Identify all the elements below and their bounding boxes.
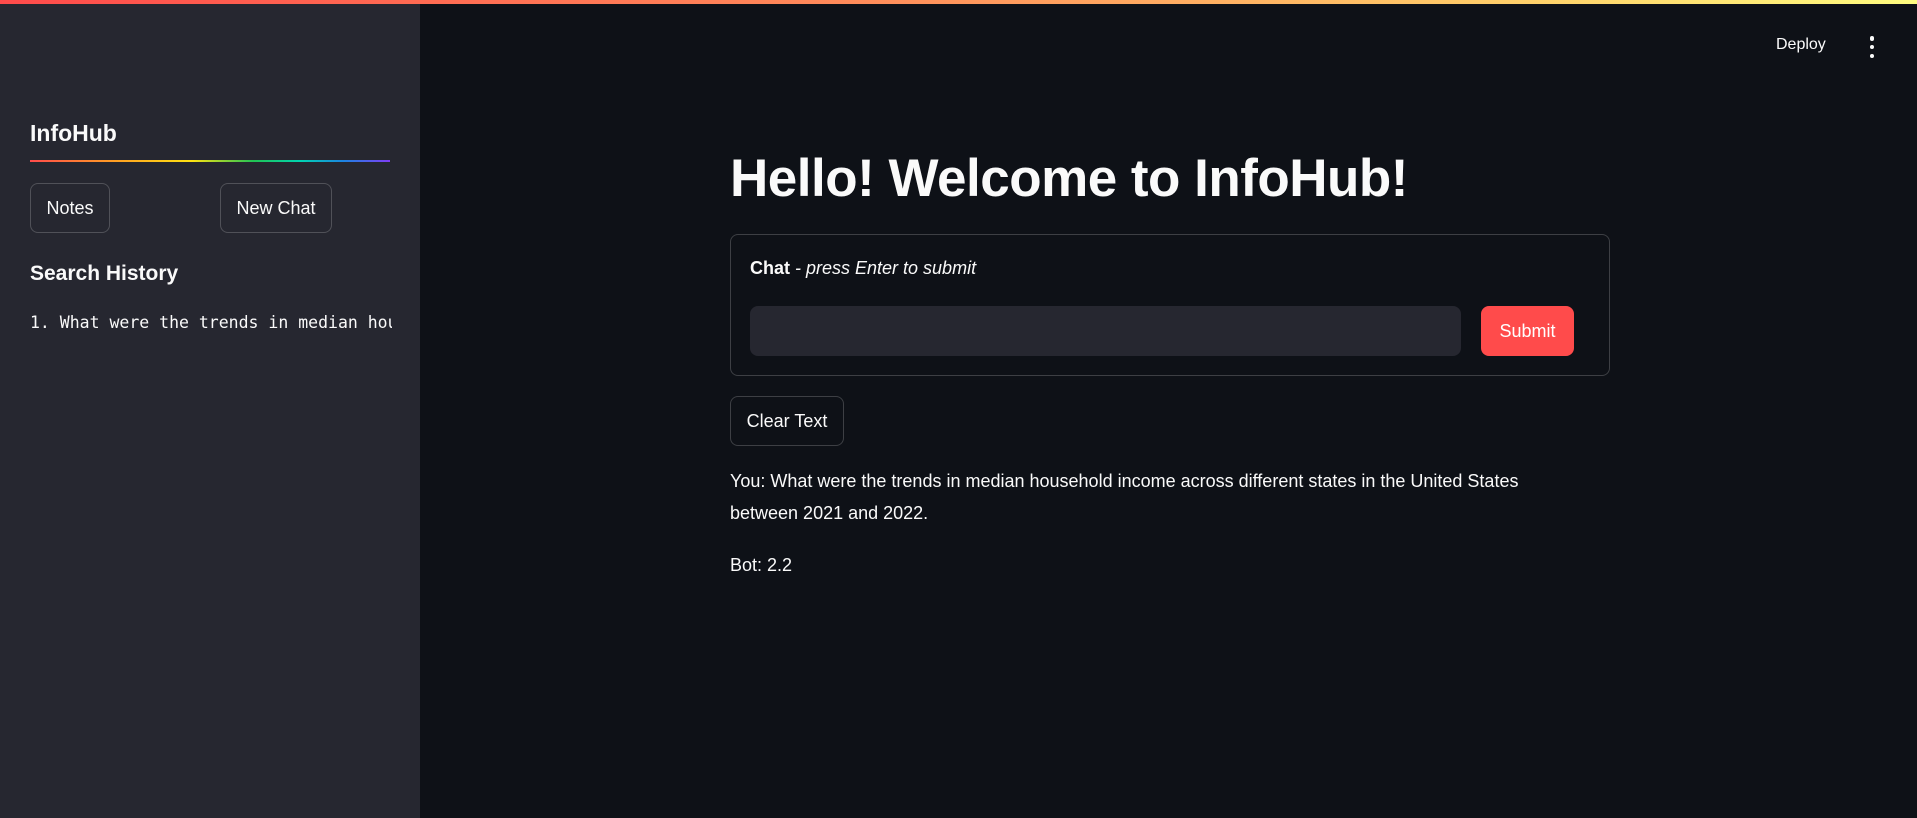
- sidebar-title: InfoHub: [30, 120, 117, 146]
- menu-dot: [1869, 53, 1875, 58]
- search-history-title: Search History: [30, 262, 179, 285]
- page-title: Hello! Welcome to InfoHub!: [730, 149, 1408, 208]
- submit-button[interactable]: Submit: [1481, 306, 1574, 356]
- chat-input[interactable]: [750, 306, 1461, 356]
- menu-dot: [1869, 36, 1875, 41]
- user-message: You: What were the trends in median hous…: [730, 471, 1519, 523]
- chat-form: Chat - press Enter to submit Submit: [730, 234, 1610, 376]
- search-history-list: 1. What were the trends in median househ…: [30, 313, 392, 332]
- chat-label-hint: - press Enter to submit: [790, 258, 977, 278]
- clear-text-button[interactable]: Clear Text: [730, 396, 844, 446]
- chat-label-bold: Chat: [750, 258, 790, 278]
- kebab-menu-icon[interactable]: [1868, 36, 1876, 58]
- top-decoration-bar: [0, 0, 1917, 4]
- new-chat-button[interactable]: New Chat: [220, 183, 332, 233]
- sidebar-rainbow-divider: [30, 160, 390, 162]
- bot-message: Bot: 2.2: [730, 555, 793, 575]
- chat-label: Chat - press Enter to submit: [750, 258, 976, 279]
- menu-dot: [1869, 44, 1875, 50]
- search-history-item[interactable]: 1. What were the trends in median househ…: [30, 313, 392, 332]
- notes-button[interactable]: Notes: [30, 183, 110, 233]
- sidebar: InfoHub Notes New Chat Search History 1.…: [0, 0, 420, 818]
- deploy-button[interactable]: Deploy: [1776, 36, 1826, 54]
